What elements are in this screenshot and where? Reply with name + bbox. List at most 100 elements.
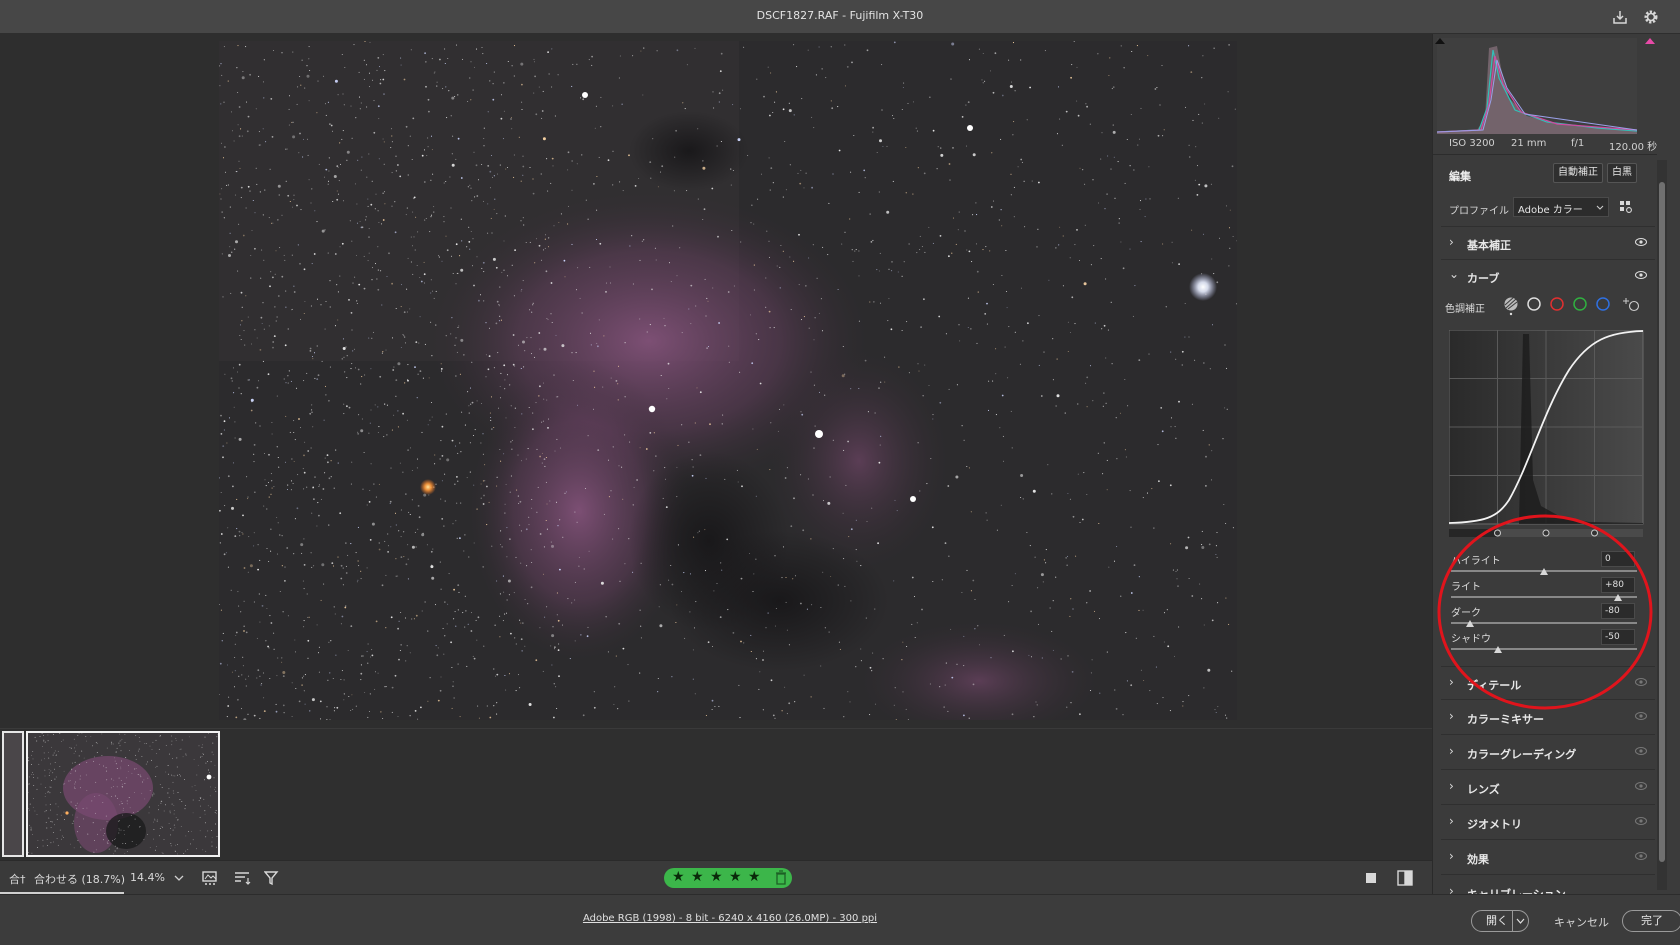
eye-icon[interactable] (1635, 271, 1647, 279)
eye-icon[interactable] (1635, 747, 1647, 755)
star-point (808, 327, 810, 329)
image-info-link[interactable]: Adobe RGB (1998) - 8 bit - 6240 x 4160 (… (0, 913, 1460, 924)
star-point (1229, 247, 1231, 249)
star-point (281, 565, 283, 567)
star-point (263, 59, 265, 61)
zoom-preset-cut[interactable]: 合† (9, 871, 26, 887)
star-point (364, 374, 366, 376)
thumbnail-selected[interactable] (26, 731, 220, 857)
cancel-button[interactable]: キャンセル (1554, 914, 1609, 930)
star-icon[interactable]: ★ (748, 869, 761, 885)
chevron-down-icon[interactable] (1516, 918, 1525, 925)
section-calibration-label: キャリブレーション (1467, 886, 1566, 894)
star-point (520, 460, 523, 462)
star-point (593, 691, 595, 693)
star-point (270, 493, 272, 495)
star-icon[interactable]: ★ (672, 869, 685, 885)
star-icon[interactable]: ★ (710, 869, 723, 885)
zoom-value[interactable]: 14.4% (130, 871, 165, 884)
compare-view-icon[interactable] (1397, 870, 1413, 886)
star-point (156, 753, 158, 755)
black-white-button[interactable]: 白黒 (1607, 163, 1637, 183)
star-point (632, 55, 634, 57)
star-point (236, 371, 239, 373)
done-button[interactable]: 完了 (1622, 910, 1680, 932)
filmstrip-view-icon[interactable] (202, 870, 222, 886)
section-lens[interactable]: › レンズ (1441, 771, 1655, 805)
eye-icon[interactable] (1635, 238, 1647, 246)
star-point (457, 94, 459, 96)
profile-browser-icon[interactable] (1619, 200, 1633, 214)
star-point (311, 512, 313, 514)
highlight-clipping-icon[interactable] (1645, 36, 1655, 44)
section-color-grading[interactable]: › カラーグレーディング (1441, 736, 1655, 770)
eye-icon[interactable] (1635, 782, 1647, 790)
chevron-down-icon[interactable] (174, 874, 184, 882)
star-point (721, 569, 723, 571)
star-point (1045, 562, 1047, 564)
gear-icon[interactable] (1642, 8, 1660, 26)
star-point (981, 79, 983, 81)
star-point (311, 356, 314, 358)
star-point (511, 264, 513, 266)
curve-channel-selector[interactable] (1501, 294, 1651, 316)
shadow-clipping-icon[interactable] (1435, 36, 1445, 44)
star-point (490, 217, 492, 219)
open-button[interactable]: 開く (1471, 910, 1529, 932)
image-canvas[interactable] (0, 34, 1432, 728)
scrollbar-thumb[interactable] (1659, 182, 1665, 862)
single-view-icon[interactable] (1364, 871, 1378, 885)
star-point (375, 193, 377, 195)
eye-icon[interactable] (1635, 817, 1647, 825)
star-icon[interactable]: ★ (691, 869, 704, 885)
star-point (245, 101, 248, 103)
star-point (704, 529, 706, 531)
export-icon[interactable] (1611, 8, 1629, 26)
star-point (1074, 244, 1076, 246)
thumbnail-previous[interactable] (2, 731, 24, 857)
star-point (430, 292, 432, 294)
star-point (471, 265, 474, 267)
star-rating[interactable]: ★ ★ ★ ★ ★ (664, 868, 792, 888)
section-curve[interactable]: ⌄ カーブ (1441, 260, 1655, 294)
star-point (343, 104, 345, 106)
star-point (535, 402, 537, 404)
star-icon[interactable]: ★ (729, 869, 742, 885)
star-point (1216, 281, 1219, 284)
section-effects[interactable]: › 効果 (1441, 841, 1655, 875)
section-geometry[interactable]: › ジオメトリ (1441, 806, 1655, 840)
trash-icon[interactable] (775, 870, 787, 885)
star-point (414, 531, 416, 533)
sort-icon[interactable] (234, 871, 252, 885)
star-point (528, 516, 530, 518)
star-point (158, 748, 160, 750)
filter-icon[interactable] (264, 870, 280, 886)
star-point (355, 552, 357, 554)
profile-select[interactable]: Adobe カラー (1513, 197, 1609, 217)
star-point (456, 351, 458, 353)
panel-scrollbar[interactable] (1657, 160, 1667, 890)
eye-icon[interactable] (1635, 852, 1647, 860)
auto-button[interactable]: 自動補正 (1553, 163, 1603, 183)
star-point (972, 153, 976, 157)
star-point (216, 846, 217, 848)
star-point (33, 777, 35, 778)
section-basic[interactable]: › 基本補正 (1441, 226, 1655, 260)
star-point (306, 138, 309, 140)
zoom-fit-button[interactable]: 合わせる (18.7%) (34, 871, 125, 887)
star-point (301, 59, 303, 61)
section-calibration[interactable]: › キャリブレーション (1441, 876, 1655, 894)
star-point (561, 344, 565, 348)
star-point (240, 186, 243, 189)
star-point (234, 643, 236, 645)
star-point (246, 476, 248, 478)
star-point (544, 616, 546, 618)
star-point (229, 246, 231, 248)
star-point (517, 674, 520, 676)
star-point (543, 546, 545, 548)
star-point (718, 101, 720, 103)
photo-preview[interactable] (219, 41, 1237, 720)
star-point (105, 770, 107, 772)
star-point (303, 690, 305, 692)
star-point (1058, 244, 1060, 246)
